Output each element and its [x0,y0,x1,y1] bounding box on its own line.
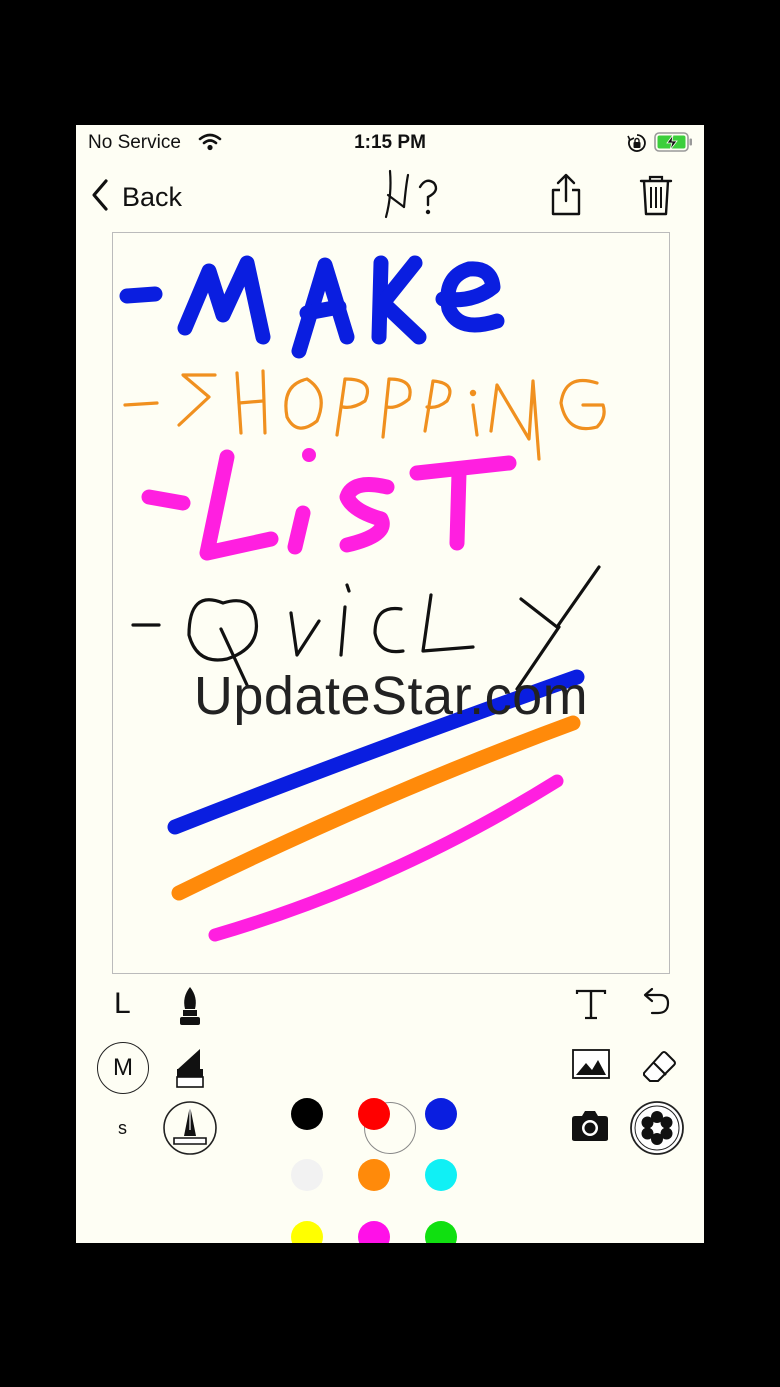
delete-button[interactable] [638,173,674,222]
stroke-line-make [119,255,505,359]
status-time: 1:15 PM [354,132,426,153]
color-swatch[interactable] [358,1159,390,1191]
size-small-button[interactable]: s [118,1118,127,1139]
color-swatch[interactable] [425,1221,457,1243]
color-swatch[interactable] [291,1221,323,1243]
color-swatch[interactable] [358,1221,390,1243]
image-icon [571,1049,611,1084]
undo-button[interactable] [640,987,672,1024]
app-screen: No Service 1:15 PM Back UpdateStar.com L… [76,125,704,1243]
brush-fountain-pen-button[interactable] [162,1100,218,1161]
drawing-canvas[interactable]: UpdateStar.com [112,232,670,974]
share-button[interactable] [548,173,584,222]
stroke-line-list [141,448,517,561]
text-tool-button[interactable] [574,989,608,1026]
drawing-strokes [119,255,606,942]
trash-icon [638,175,674,221]
chevron-left-icon [90,178,110,217]
calligraphy-pen-icon [176,987,204,1031]
size-medium-label: M [113,1054,133,1081]
back-button[interactable]: Back [90,177,182,217]
brush-calligraphy-button[interactable] [176,985,204,1032]
size-medium-button[interactable]: M [97,1042,149,1094]
fountain-pen-icon [162,1101,218,1160]
brush-marker-button[interactable] [174,1047,206,1094]
help-scribble-icon [382,169,446,229]
back-label: Back [122,181,183,212]
navigation-bar: Back [76,165,704,229]
drawing-toolbar: L M s [76,975,704,1243]
rotation-lock-icon [627,133,647,158]
status-bar: No Service 1:15 PM [76,125,704,161]
color-swatch[interactable] [425,1159,457,1191]
marker-icon [174,1049,206,1093]
text-tool-icon [574,989,608,1025]
stamp-flower-icon [628,1101,686,1161]
eraser-button[interactable] [640,1047,678,1090]
battery-icon [654,131,694,158]
undo-icon [640,987,672,1023]
stamp-button[interactable] [628,1099,686,1162]
watermark-text: UpdateStar.com [193,666,589,726]
camera-button[interactable] [570,1109,610,1148]
color-swatch[interactable] [291,1098,323,1130]
eraser-icon [640,1051,678,1089]
color-swatch[interactable] [291,1159,323,1191]
stroke-line-shopping [123,369,606,461]
insert-image-button[interactable] [571,1048,611,1085]
color-swatch[interactable] [425,1098,457,1130]
color-swatch[interactable] [358,1098,390,1130]
help-button[interactable] [382,165,446,230]
camera-icon [570,1111,610,1147]
share-icon [548,173,584,221]
size-large-button[interactable]: L [114,987,131,1021]
